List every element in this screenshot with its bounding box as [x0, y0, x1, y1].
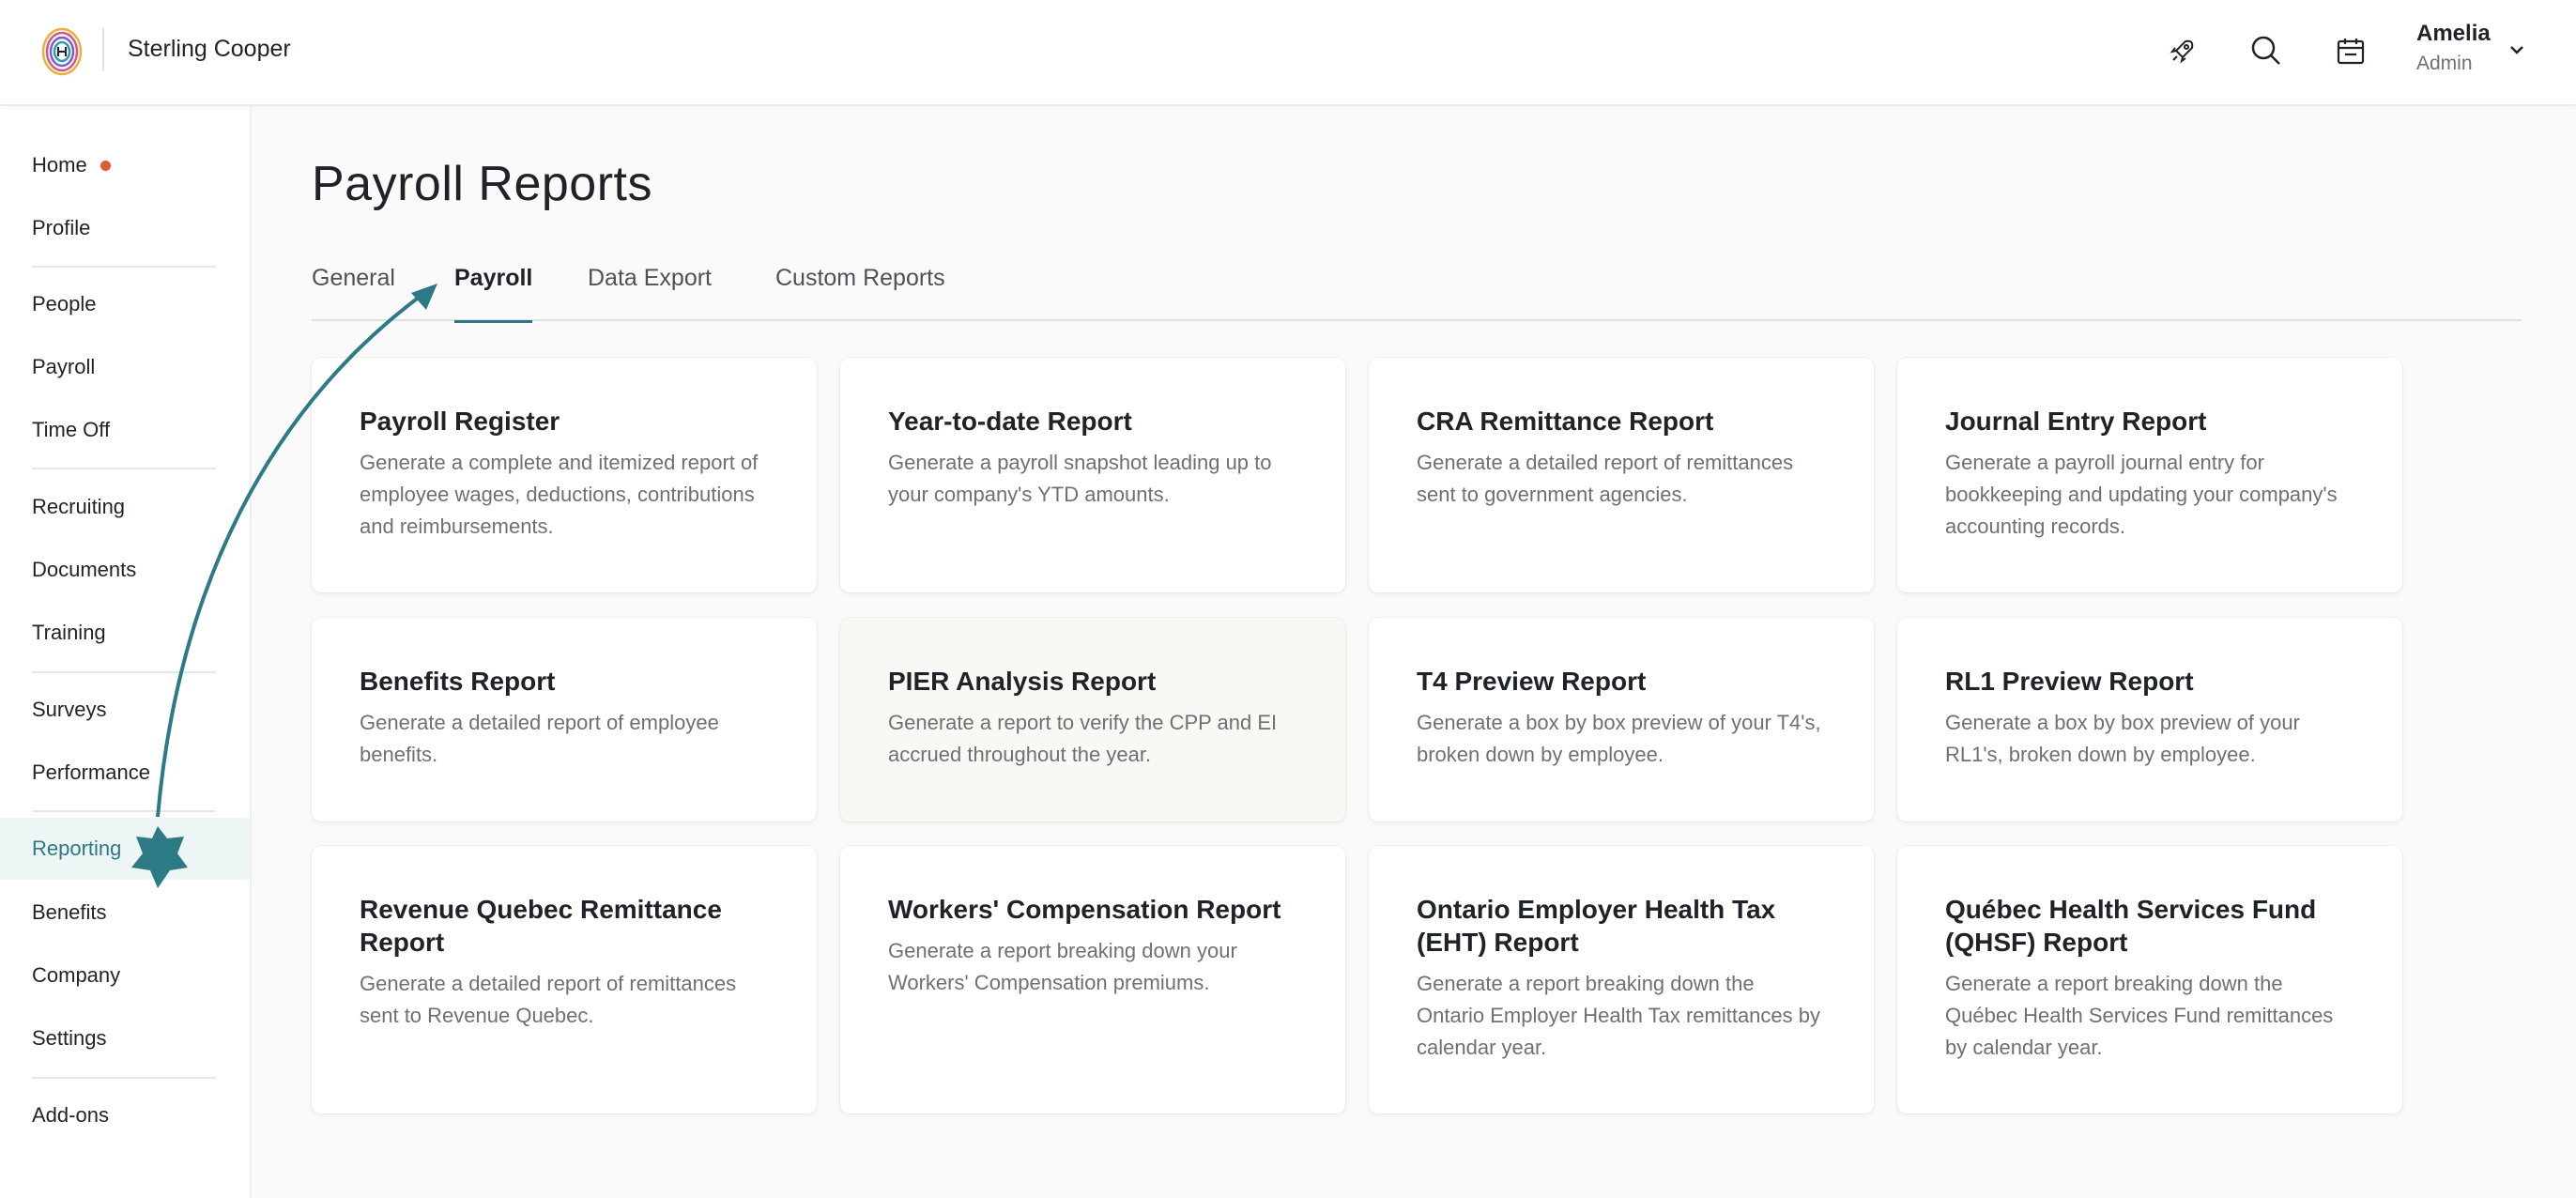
report-tabs: General Payroll Data Export Custom Repor…	[312, 259, 2522, 323]
tab-payroll[interactable]: Payroll	[454, 259, 533, 323]
page-title: Payroll Reports	[312, 157, 652, 211]
report-card-journal-entry[interactable]: Journal Entry Report Generate a payroll …	[1897, 358, 2402, 592]
report-card-payroll-register[interactable]: Payroll Register Generate a complete and…	[312, 358, 817, 592]
card-description: Generate a detailed report of employee b…	[360, 711, 719, 766]
sidebar-divider	[32, 810, 216, 812]
sidebar-divider	[32, 1077, 216, 1079]
report-card-rl1-preview[interactable]: RL1 Preview Report Generate a box by box…	[1897, 618, 2402, 822]
sidebar-item-label: Add-ons	[32, 1103, 109, 1127]
calendar-icon[interactable]	[2330, 30, 2371, 71]
report-card-ontario-eht[interactable]: Ontario Employer Health Tax (EHT) Report…	[1369, 846, 1874, 1114]
card-description: Generate a report breaking down the Onta…	[1417, 972, 1820, 1059]
sidebar-item-label: Company	[32, 963, 121, 987]
report-card-workers-compensation[interactable]: Workers' Compensation Report Generate a …	[840, 846, 1345, 1114]
sidebar-item-settings[interactable]: Settings	[0, 1007, 250, 1069]
card-description: Generate a box by box preview of your T4…	[1417, 711, 1821, 766]
sidebar-item-payroll[interactable]: Payroll	[0, 336, 250, 398]
sidebar-item-reporting[interactable]: Reporting	[0, 818, 250, 880]
sidebar-item-profile[interactable]: Profile	[0, 197, 250, 259]
card-title: Benefits Report	[360, 667, 556, 696]
sidebar-item-label: Settings	[32, 1026, 107, 1050]
card-description: Generate a detailed report of remittance…	[1417, 451, 1794, 506]
rocket-icon[interactable]	[2162, 30, 2203, 71]
card-title: Journal Entry Report	[1945, 407, 2207, 436]
card-title: Year-to-date Report	[888, 407, 1132, 436]
sidebar-item-add-ons[interactable]: Add-ons	[0, 1084, 250, 1146]
tab-custom-reports[interactable]: Custom Reports	[775, 259, 945, 321]
card-title: Revenue Quebec Remittance Report	[360, 895, 722, 957]
sidebar-item-label: Training	[32, 621, 106, 644]
sidebar-item-label: People	[32, 292, 97, 315]
sidebar-item-people[interactable]: People	[0, 273, 250, 335]
user-role: Admin	[2416, 53, 2473, 74]
sidebar-item-label: Documents	[32, 558, 137, 581]
sidebar-item-label: Time Off	[32, 418, 111, 441]
card-description: Generate a report breaking down your Wor…	[888, 939, 1237, 994]
card-title: T4 Preview Report	[1417, 667, 1647, 696]
sidebar-item-company[interactable]: Company	[0, 945, 250, 1006]
report-card-t4-preview[interactable]: T4 Preview Report Generate a box by box …	[1369, 618, 1874, 822]
card-description: Generate a payroll snapshot leading up t…	[888, 451, 1272, 506]
report-card-revenue-quebec-remittance[interactable]: Revenue Quebec Remittance Report Generat…	[312, 846, 817, 1114]
sidebar-item-home[interactable]: Home	[0, 134, 250, 196]
sidebar-item-label: Profile	[32, 216, 91, 239]
sidebar-item-label: Payroll	[32, 355, 96, 378]
sidebar-item-label: Recruiting	[32, 495, 126, 518]
card-title: PIER Analysis Report	[888, 667, 1157, 696]
card-description: Generate a detailed report of remittance…	[360, 972, 737, 1027]
card-title: Québec Health Services Fund (QHSF) Repor…	[1945, 895, 2317, 957]
search-icon[interactable]	[2246, 30, 2287, 71]
report-card-benefits[interactable]: Benefits Report Generate a detailed repo…	[312, 618, 817, 822]
report-card-pier-analysis[interactable]: PIER Analysis Report Generate a report t…	[840, 618, 1345, 822]
top-bar: Sterling Cooper Amelia Admin	[0, 0, 2576, 106]
card-title: RL1 Preview Report	[1945, 667, 2194, 696]
report-card-year-to-date[interactable]: Year-to-date Report Generate a payroll s…	[840, 358, 1345, 592]
sidebar-item-documents[interactable]: Documents	[0, 539, 250, 601]
sidebar-divider	[32, 266, 216, 268]
card-description: Generate a report to verify the CPP and …	[888, 711, 1278, 766]
card-description: Generate a box by box preview of your RL…	[1945, 711, 2300, 766]
sidebar-divider	[32, 468, 216, 469]
sidebar-item-label: Surveys	[32, 698, 107, 721]
sidebar-item-training[interactable]: Training	[0, 602, 250, 664]
sidebar-item-performance[interactable]: Performance	[0, 742, 250, 804]
logo-divider	[102, 28, 104, 71]
card-title: CRA Remittance Report	[1417, 407, 1714, 436]
notification-dot	[100, 160, 111, 171]
sidebar-item-recruiting[interactable]: Recruiting	[0, 476, 250, 538]
card-title: Workers' Compensation Report	[888, 895, 1281, 924]
sidebar-item-benefits[interactable]: Benefits	[0, 882, 250, 944]
report-card-cra-remittance[interactable]: CRA Remittance Report Generate a detaile…	[1369, 358, 1874, 592]
tab-general[interactable]: General	[312, 259, 395, 321]
sidebar-item-label: Benefits	[32, 900, 107, 924]
company-name: Sterling Cooper	[128, 36, 291, 62]
sidebar-divider	[32, 671, 216, 673]
user-name: Amelia	[2416, 21, 2491, 46]
sidebar-item-label: Home	[32, 153, 87, 177]
user-menu[interactable]: Amelia Admin	[2416, 21, 2491, 75]
card-description: Generate a payroll journal entry for boo…	[1945, 451, 2338, 538]
company-logo[interactable]	[39, 26, 84, 77]
sidebar: Home Profile People Payroll Time Off Rec…	[0, 106, 252, 1198]
card-description: Generate a complete and itemized report …	[360, 451, 759, 538]
sidebar-item-time-off[interactable]: Time Off	[0, 399, 250, 461]
card-description: Generate a report breaking down the Québ…	[1945, 972, 2334, 1059]
card-title: Payroll Register	[360, 407, 560, 436]
report-card-quebec-qhsf[interactable]: Québec Health Services Fund (QHSF) Repor…	[1897, 846, 2402, 1114]
tab-data-export[interactable]: Data Export	[588, 259, 712, 321]
sidebar-item-surveys[interactable]: Surveys	[0, 679, 250, 741]
chevron-down-icon[interactable]	[2507, 39, 2527, 60]
card-title: Ontario Employer Health Tax (EHT) Report	[1417, 895, 1776, 957]
sidebar-item-label: Performance	[32, 760, 150, 784]
sidebar-item-label: Reporting	[32, 837, 122, 860]
